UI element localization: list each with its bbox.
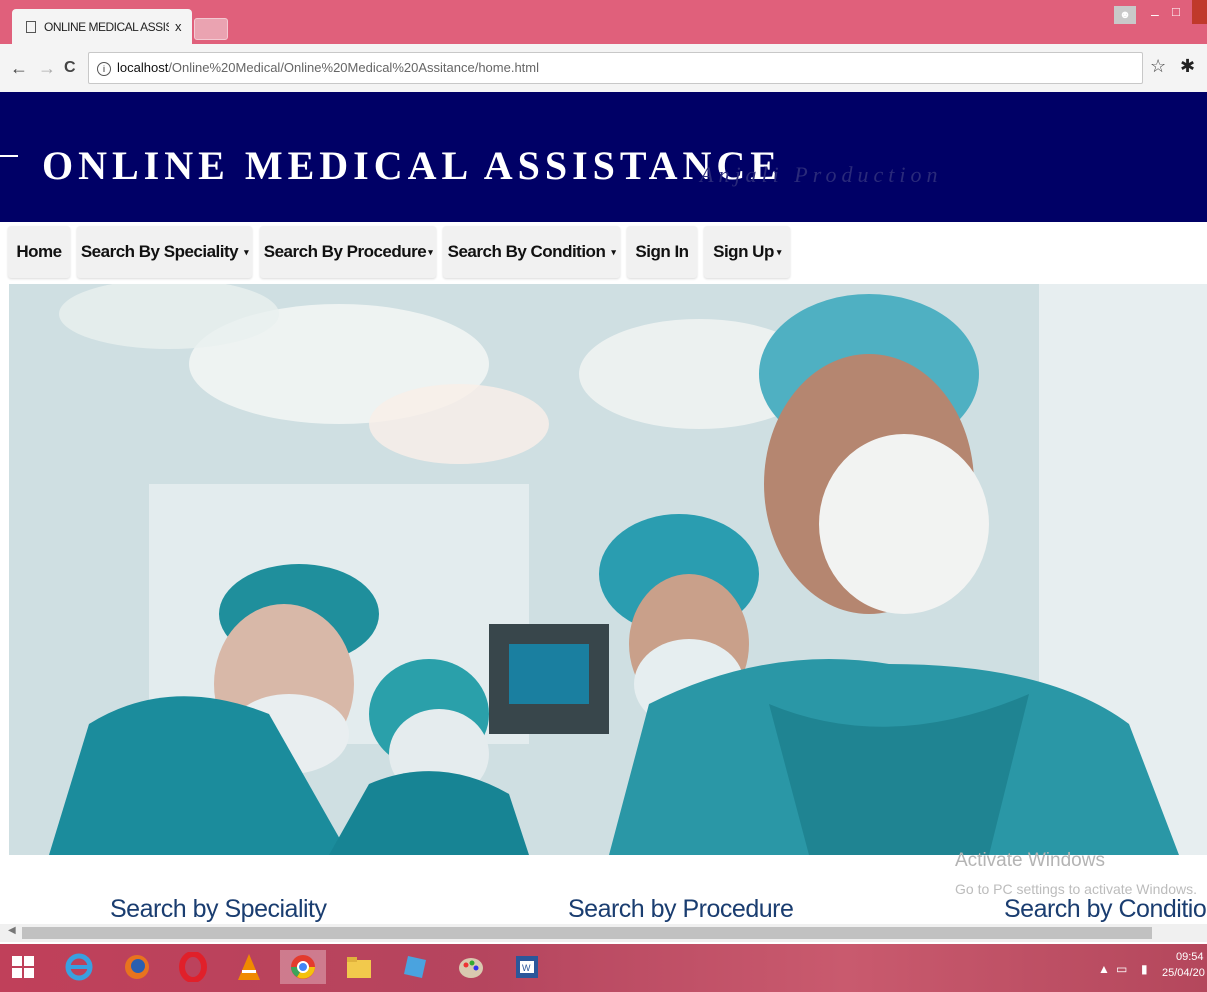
back-icon[interactable]: ← bbox=[10, 58, 28, 79]
activate-windows-title: Activate Windows bbox=[955, 850, 1105, 871]
nav-label: Sign Up bbox=[713, 242, 774, 261]
caret-down-icon: ▾ bbox=[611, 246, 616, 257]
url-input[interactable]: i localhost/Online%20Medical/Online%20Med… bbox=[88, 52, 1143, 84]
browser-titlebar: ONLINE MEDICAL ASSIST x ☻ – □ bbox=[0, 0, 1207, 44]
url-path: /Online%20Medical/Online%20Medical%20Ass… bbox=[168, 60, 540, 75]
nav-search-procedure[interactable]: Search By Procedure ▾ bbox=[260, 226, 436, 278]
file-explorer-icon[interactable] bbox=[342, 950, 376, 984]
page-icon bbox=[26, 20, 36, 33]
site-header: ONLINE MEDICAL ASSISTANCE Anjali Product… bbox=[0, 92, 1207, 222]
new-tab-button[interactable] bbox=[194, 18, 228, 40]
reload-icon[interactable]: C bbox=[64, 59, 76, 77]
nav-label: Search By Speciality bbox=[80, 242, 239, 261]
firefox-icon[interactable] bbox=[120, 950, 154, 984]
nav-label: Search By Procedure bbox=[263, 242, 427, 261]
close-button[interactable] bbox=[1192, 0, 1207, 24]
tray-expand-icon[interactable]: ▲ bbox=[1098, 962, 1110, 976]
browser-tab[interactable]: ONLINE MEDICAL ASSIST x bbox=[12, 9, 192, 44]
maximize-button[interactable]: □ bbox=[1172, 4, 1180, 19]
nav-label: Home bbox=[16, 242, 62, 261]
nav-home[interactable]: Home bbox=[8, 226, 70, 278]
section-speciality-heading[interactable]: Search by Speciality bbox=[110, 895, 327, 924]
surgeons-illustration bbox=[9, 284, 1207, 855]
word-icon[interactable]: W bbox=[510, 950, 544, 984]
nav-search-speciality[interactable]: Search By Speciality ▾ bbox=[77, 226, 252, 278]
nav-search-condition[interactable]: Search By Condition ▾ bbox=[443, 226, 620, 278]
opera-icon[interactable] bbox=[176, 950, 210, 984]
nav-label: Search By Condition bbox=[447, 242, 606, 261]
hero-image bbox=[9, 284, 1207, 855]
url-host: localhost bbox=[117, 60, 169, 75]
section-condition-heading[interactable]: Search by Condition bbox=[1004, 895, 1207, 924]
windows-start-icon[interactable] bbox=[6, 950, 40, 984]
app-blue-icon[interactable] bbox=[398, 950, 432, 984]
vlc-icon[interactable] bbox=[232, 950, 266, 984]
battery-icon[interactable]: ▮ bbox=[1141, 962, 1148, 976]
caret-down-icon: ▾ bbox=[244, 246, 249, 257]
user-icon[interactable]: ☻ bbox=[1114, 6, 1136, 24]
scroll-left-icon[interactable]: ◀ bbox=[8, 925, 16, 936]
site-subtitle: Anjali Production bbox=[700, 162, 943, 187]
horizontal-scrollbar[interactable]: ◀ bbox=[0, 924, 1207, 942]
address-bar-row: ← → C i localhost/Online%20Medical/Online… bbox=[0, 44, 1207, 93]
info-icon[interactable]: i bbox=[97, 61, 111, 76]
clock-date[interactable]: 25/04/20 bbox=[1162, 967, 1205, 979]
svg-text:W: W bbox=[522, 963, 531, 973]
clock-time[interactable]: 09:54 bbox=[1176, 951, 1204, 963]
internet-explorer-icon[interactable] bbox=[62, 950, 96, 984]
site-title: ONLINE MEDICAL ASSISTANCE bbox=[42, 143, 782, 188]
minimize-button[interactable]: – bbox=[1151, 6, 1159, 22]
main-nav: Home Search By Speciality ▾ Search By Pr… bbox=[0, 222, 1207, 284]
bookmark-star-icon[interactable]: ☆ bbox=[1150, 56, 1166, 77]
forward-icon[interactable]: → bbox=[38, 58, 56, 79]
network-icon[interactable]: ▭ bbox=[1116, 962, 1127, 976]
windows-taskbar: W bbox=[0, 944, 1207, 992]
caret-down-icon: ▾ bbox=[428, 246, 433, 257]
nav-sign-up[interactable]: Sign Up ▾ bbox=[704, 226, 790, 278]
paint-icon[interactable] bbox=[454, 950, 488, 984]
scrollbar-thumb[interactable] bbox=[22, 927, 1152, 939]
nav-label: Sign In bbox=[635, 242, 689, 261]
section-procedure-heading[interactable]: Search by Procedure bbox=[568, 895, 794, 924]
tab-title: ONLINE MEDICAL ASSIST bbox=[44, 19, 169, 34]
header-dash bbox=[0, 155, 18, 157]
caret-down-icon: ▾ bbox=[776, 246, 782, 257]
extension-icon[interactable]: ✱ bbox=[1180, 56, 1195, 77]
chrome-icon[interactable] bbox=[280, 950, 326, 984]
nav-sign-in[interactable]: Sign In bbox=[627, 226, 697, 278]
tab-close-button[interactable]: x bbox=[175, 19, 182, 34]
